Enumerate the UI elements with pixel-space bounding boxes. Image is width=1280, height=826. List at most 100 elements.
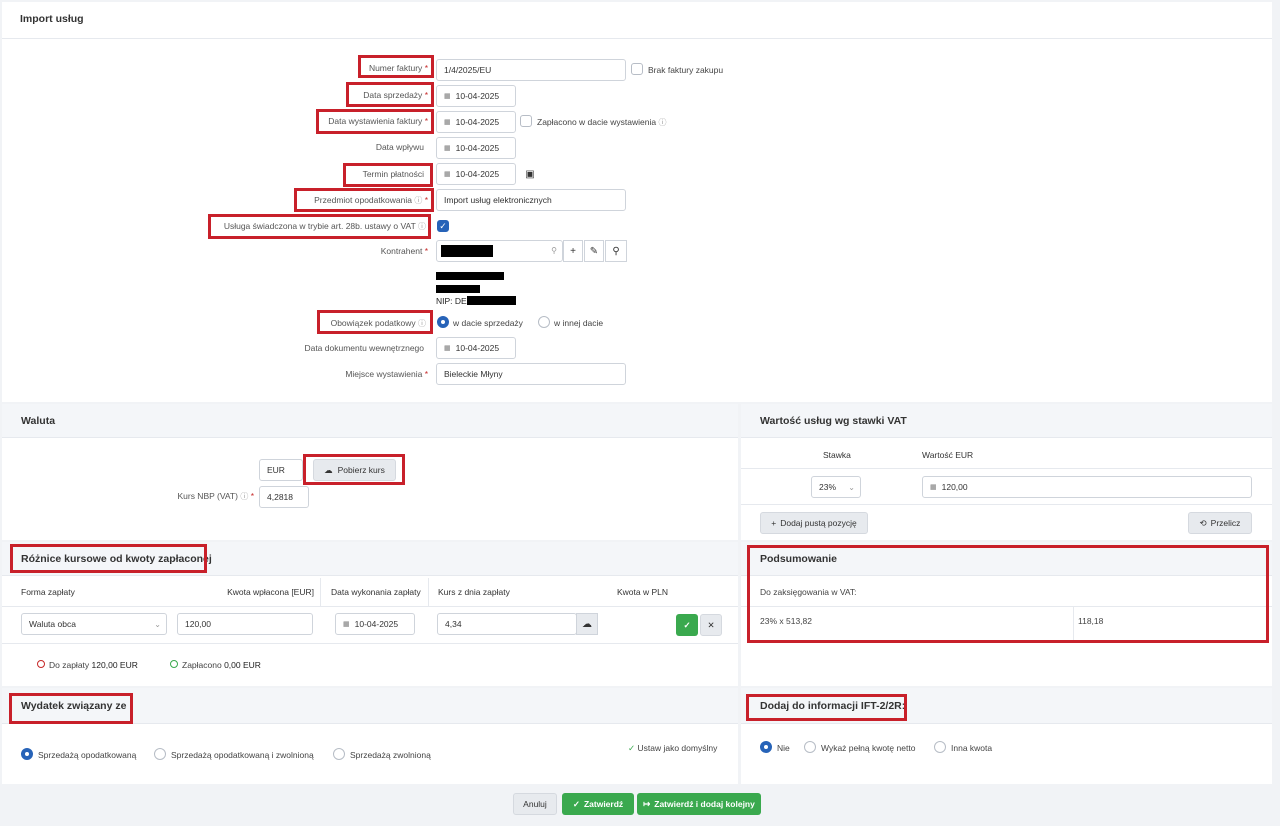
check-icon: ✓ [439,221,447,231]
check-icon: ✓ [683,619,691,630]
internal-doc-date-input[interactable]: ▦ 10-04-2025 [436,337,516,359]
exchange-row-divider [2,643,738,644]
edit-icon: ✎ [589,245,599,257]
art28b-checkbox[interactable]: ✓ [437,220,449,232]
expense-mixed-radio[interactable] [154,748,166,760]
add-contractor-button[interactable]: + [563,240,583,262]
redacted-contractor-address [436,285,480,293]
cancel-button[interactable]: Anuluj [513,793,557,815]
tax-obligation-sale-radio[interactable] [437,316,449,328]
paid-status-icon [170,660,178,668]
calculator-icon: ▦ [930,484,937,491]
payment-date-header: Data wykonania zapłaty [331,587,421,597]
vat-header-divider [741,468,1272,469]
issue-place-input[interactable]: Bieleckie Młyny [436,363,626,385]
payment-rate-input[interactable]: 4,34 [437,613,577,635]
exchange-header-divider [2,606,738,607]
chevron-down-icon: ⌄ [848,482,855,492]
confirm-and-add-button[interactable]: ↦ Zatwierdź i dodaj kolejny [637,793,761,815]
vat-rate-select[interactable]: 23% ⌄ [811,476,861,498]
paid-amount-input[interactable]: 120,00 [177,613,313,635]
delete-row-button[interactable]: ✕ [700,614,722,636]
sale-date-highlight [346,82,434,107]
tax-obligation-highlight [317,310,433,334]
calendar-picker-button[interactable]: ▣ [520,163,540,185]
plus-icon: + [570,245,576,257]
vat-row-divider [741,504,1272,505]
search-icon: ⚲ [551,246,557,255]
help-icon[interactable]: ⓘ [240,492,248,501]
contractor-nip: NIP: DE [436,296,467,306]
ift-no-label: Nie [777,743,790,753]
payment-date-input[interactable]: ▦ 10-04-2025 [335,613,415,635]
nbp-rate-label: Kurs NBP (VAT) ⓘ * [177,491,254,501]
set-default-link[interactable]: ✓ Ustaw jako domyślny [628,743,717,754]
ift-other-radio[interactable] [934,741,946,753]
recalculate-button[interactable]: ⟲ Przelicz [1188,512,1252,534]
title-divider [2,38,1272,39]
internal-doc-date-label: Data dokumentu wewnętrznego [304,343,424,353]
help-icon[interactable]: ⓘ [658,118,666,127]
paid-amount-header: Kwota wpłacona [EUR] [227,587,314,597]
to-pay-text: Do zapłaty 120,00 EUR [49,660,138,670]
plus-icon: + [771,518,777,528]
import-form-panel [2,2,1272,402]
currency-code-select[interactable]: EUR [259,459,303,481]
paid-on-issue-checkbox[interactable] [520,115,532,127]
no-invoice-label: Brak faktury zakupu [648,65,724,75]
invoice-number-input[interactable]: 1/4/2025/EU [436,59,626,81]
vat-value-column-header: Wartość EUR [922,450,974,460]
tax-subject-input[interactable]: Import usług elektronicznych [436,189,626,211]
ift-other-label: Inna kwota [951,743,993,753]
receipt-date-input[interactable]: ▦ 10-04-2025 [436,137,516,159]
fetch-payment-rate-button[interactable]: ☁ [576,613,598,635]
add-next-icon: ↦ [643,798,651,809]
nbp-rate-input[interactable]: 4,2818 [259,486,309,508]
expense-taxed-radio[interactable] [21,748,33,760]
col-divider [428,578,429,606]
tax-obligation-other-label: w innej dacie [554,318,604,328]
calendar-icon: ▦ [444,119,451,126]
vat-rate-column-header: Stawka [823,450,851,460]
exchange-diff-highlight [10,544,207,573]
tax-subject-highlight [294,188,434,212]
calendar-icon: ▦ [444,345,451,352]
cloud-download-icon: ☁ [582,618,592,630]
check-icon: ✓ [628,743,636,753]
expense-exempt-radio[interactable] [333,748,345,760]
redacted-contractor-name [436,272,504,280]
paid-text: Zapłacono 0,00 EUR [182,660,261,670]
pln-amount-header: Kwota w PLN [617,587,669,597]
tax-obligation-other-radio[interactable] [538,316,550,328]
calendar-icon: ▦ [444,145,451,152]
page-title: Import usług [20,13,84,25]
confirm-button[interactable]: ✓ Zatwierdź [562,793,634,815]
issue-place-label: Miejsce wystawienia * [345,369,428,379]
issue-date-input[interactable]: ▦ 10-04-2025 [436,111,516,133]
paid-on-issue-label: Zapłacono w dacie wystawienia ⓘ [537,117,667,127]
edit-contractor-button[interactable]: ✎ [584,240,604,262]
add-empty-row-button[interactable]: + Dodaj pustą pozycję [760,512,868,534]
redacted-block [441,245,493,257]
contractor-input[interactable]: ⚲ [436,240,563,262]
payment-form-select[interactable]: Waluta obca ⌄ [21,613,167,635]
ift-full-net-radio[interactable] [804,741,816,753]
confirm-row-button[interactable]: ✓ [676,614,698,636]
ift-no-radio[interactable] [760,741,772,753]
vat-value-input[interactable]: ▦ 120,00 [922,476,1252,498]
tax-obligation-sale-label: w dacie sprzedaży [453,318,523,328]
payment-term-input[interactable]: ▦ 10-04-2025 [436,163,516,185]
contractor-label: Kontrahent * [380,246,428,256]
calendar-icon: ▣ [525,168,535,180]
payment-rate-header: Kurs z dnia zapłaty [438,587,510,597]
currency-title: Waluta [2,404,738,438]
calendar-icon: ▦ [343,621,350,628]
fetch-rate-highlight [303,454,405,485]
sale-date-input[interactable]: ▦ 10-04-2025 [436,85,516,107]
no-invoice-checkbox[interactable] [631,63,643,75]
vat-values-title: Wartość usług wg stawki VAT [741,404,1272,438]
search-contractor-button[interactable]: ⚲ [605,240,627,262]
search-icon: ⚲ [612,245,620,257]
invoice-number-highlight [358,55,434,78]
art28b-highlight [208,214,431,239]
